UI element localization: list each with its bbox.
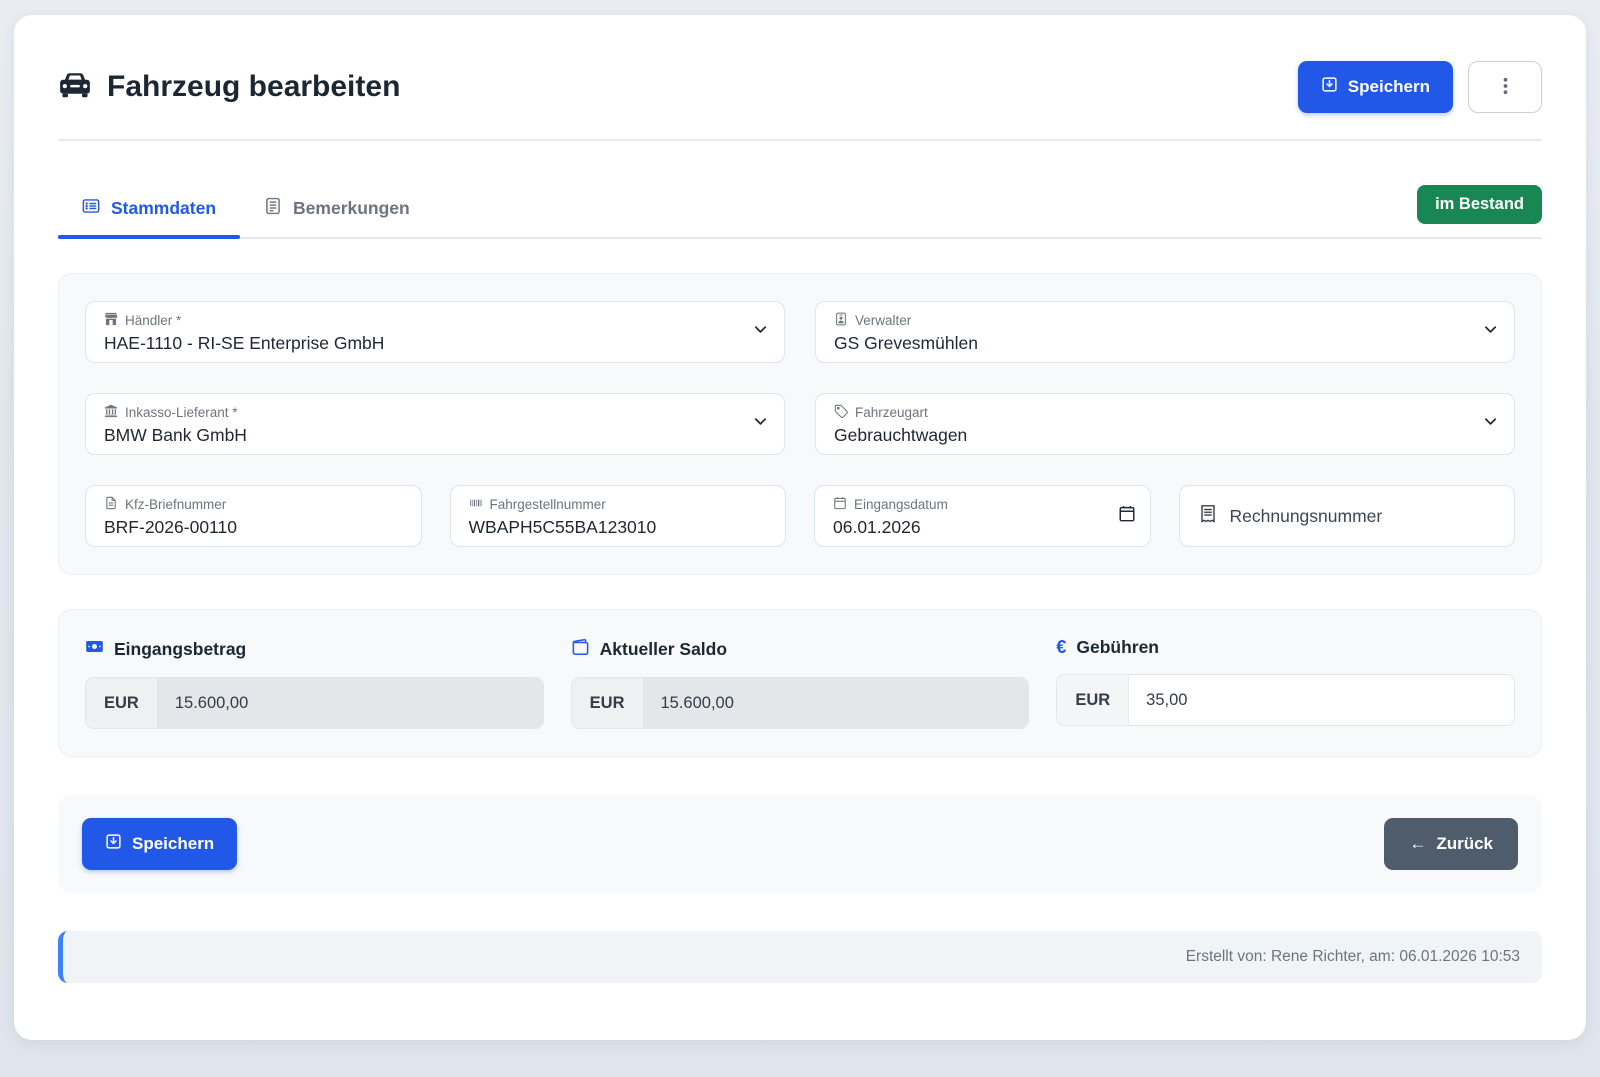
aktueller-saldo-group: Aktueller Saldo EUR xyxy=(571,637,1030,729)
gebuehren-inputgroup: EUR xyxy=(1056,674,1515,726)
tab-stammdaten[interactable]: Stammdaten xyxy=(58,185,240,237)
chevron-down-icon xyxy=(753,414,768,434)
person-badge-icon xyxy=(834,312,848,329)
fahrzeugart-value: Gebrauchtwagen xyxy=(834,425,1496,446)
arrow-left-icon: ← xyxy=(1409,834,1426,854)
fahrgestellnummer-value: WBAPH5C55BA123010 xyxy=(469,517,768,538)
kfz-briefnummer-label: Kfz-Briefnummer xyxy=(125,497,226,512)
created-by-text: Erstellt von: Rene Richter, am: 06.01.20… xyxy=(1186,948,1520,966)
gebuehren-group: € Gebühren EUR xyxy=(1056,637,1515,729)
tab-bemerkungen[interactable]: Bemerkungen xyxy=(240,185,434,237)
inkasso-lieferant-label: Inkasso-Lieferant * xyxy=(125,405,238,420)
header-actions: Speichern xyxy=(1298,61,1542,113)
date-picker-icon[interactable] xyxy=(1118,505,1136,528)
kfz-briefnummer-field[interactable]: Kfz-Briefnummer BRF-2026-00110 xyxy=(85,485,422,547)
eingangsbetrag-group: Eingangsbetrag EUR xyxy=(85,637,544,729)
main-card: Fahrzeug bearbeiten Speichern xyxy=(14,15,1586,1040)
chevron-down-icon xyxy=(1483,414,1498,434)
fahrzeugart-select[interactable]: Fahrzeugart Gebrauchtwagen xyxy=(815,393,1515,455)
save-button-label: Speichern xyxy=(1348,77,1430,97)
fahrgestellnummer-label: Fahrgestellnummer xyxy=(490,497,606,512)
status-badge: im Bestand xyxy=(1417,185,1542,224)
footer-bar: Erstellt von: Rene Richter, am: 06.01.20… xyxy=(58,931,1542,983)
fahrgestellnummer-field[interactable]: Fahrgestellnummer WBAPH5C55BA123010 xyxy=(450,485,787,547)
header-divider xyxy=(58,139,1542,141)
tabs: Stammdaten Bemerkungen xyxy=(58,185,434,237)
calendar-icon xyxy=(833,496,847,513)
tab-bemerkungen-label: Bemerkungen xyxy=(293,198,410,219)
rechnungsnummer-input[interactable] xyxy=(1230,506,1497,527)
eingangsbetrag-inputgroup: EUR xyxy=(85,677,544,729)
kebab-menu-icon xyxy=(1503,76,1508,99)
tag-icon xyxy=(834,404,848,421)
currency-prefix: EUR xyxy=(1057,675,1129,725)
aktueller-saldo-inputgroup: EUR xyxy=(571,677,1030,729)
shop-icon xyxy=(104,312,118,329)
inkasso-lieferant-value: BMW Bank GmbH xyxy=(104,425,766,446)
eingangsdatum-value: 06.01.2026 xyxy=(833,517,1132,538)
haendler-select[interactable]: Händler * HAE-1110 - RI-SE Enterprise Gm… xyxy=(85,301,785,363)
verwalter-label: Verwalter xyxy=(855,313,911,328)
rechnungsnummer-field[interactable] xyxy=(1179,485,1516,547)
back-button[interactable]: ← Zurück xyxy=(1384,818,1518,870)
currency-prefix: EUR xyxy=(572,678,644,728)
eingangsbetrag-label: Eingangsbetrag xyxy=(114,639,246,660)
gebuehren-label: Gebühren xyxy=(1076,637,1159,658)
haendler-label: Händler * xyxy=(125,313,181,328)
aktueller-saldo-input xyxy=(644,678,1029,728)
wallet-icon xyxy=(571,637,590,661)
car-front-icon xyxy=(58,70,92,104)
save-icon xyxy=(105,833,122,855)
save-button-bottom[interactable]: Speichern xyxy=(82,818,237,870)
currency-prefix: EUR xyxy=(86,678,158,728)
action-bar: Speichern ← Zurück xyxy=(58,795,1542,893)
tabs-row: Stammdaten Bemerkungen im Bestand xyxy=(58,185,1542,239)
aktueller-saldo-label: Aktueller Saldo xyxy=(600,639,727,660)
euro-icon: € xyxy=(1056,637,1066,658)
gebuehren-input[interactable] xyxy=(1129,675,1514,725)
eingangsdatum-label: Eingangsdatum xyxy=(854,497,948,512)
cash-icon xyxy=(85,637,104,661)
kfz-briefnummer-value: BRF-2026-00110 xyxy=(104,517,403,538)
chevron-down-icon xyxy=(753,322,768,342)
inkasso-lieferant-select[interactable]: Inkasso-Lieferant * BMW Bank GmbH xyxy=(85,393,785,455)
save-button-top[interactable]: Speichern xyxy=(1298,61,1453,113)
verwalter-value: GS Grevesmühlen xyxy=(834,333,1496,354)
receipt-icon xyxy=(1198,504,1218,529)
journal-text-icon xyxy=(264,197,282,220)
fahrzeugart-label: Fahrzeugart xyxy=(855,405,928,420)
eingangsbetrag-input xyxy=(158,678,543,728)
tab-stammdaten-label: Stammdaten xyxy=(111,198,216,219)
page-title-text: Fahrzeug bearbeiten xyxy=(107,70,400,104)
card-list-icon xyxy=(82,197,100,220)
back-button-label: Zurück xyxy=(1436,834,1493,854)
eingangsdatum-field[interactable]: Eingangsdatum 06.01.2026 xyxy=(814,485,1151,547)
page-title: Fahrzeug bearbeiten xyxy=(58,70,400,104)
verwalter-select[interactable]: Verwalter GS Grevesmühlen xyxy=(815,301,1515,363)
amounts-panel: Eingangsbetrag EUR Aktueller Saldo EUR xyxy=(58,609,1542,757)
haendler-value: HAE-1110 - RI-SE Enterprise GmbH xyxy=(104,333,766,354)
page-header: Fahrzeug bearbeiten Speichern xyxy=(58,61,1542,113)
barcode-icon xyxy=(469,496,483,513)
stammdaten-panel: Händler * HAE-1110 - RI-SE Enterprise Gm… xyxy=(58,273,1542,575)
more-options-button[interactable] xyxy=(1468,61,1542,113)
file-text-icon xyxy=(104,496,118,513)
save-button-label: Speichern xyxy=(132,834,214,854)
bank-icon xyxy=(104,404,118,421)
save-icon xyxy=(1321,76,1338,98)
chevron-down-icon xyxy=(1483,322,1498,342)
